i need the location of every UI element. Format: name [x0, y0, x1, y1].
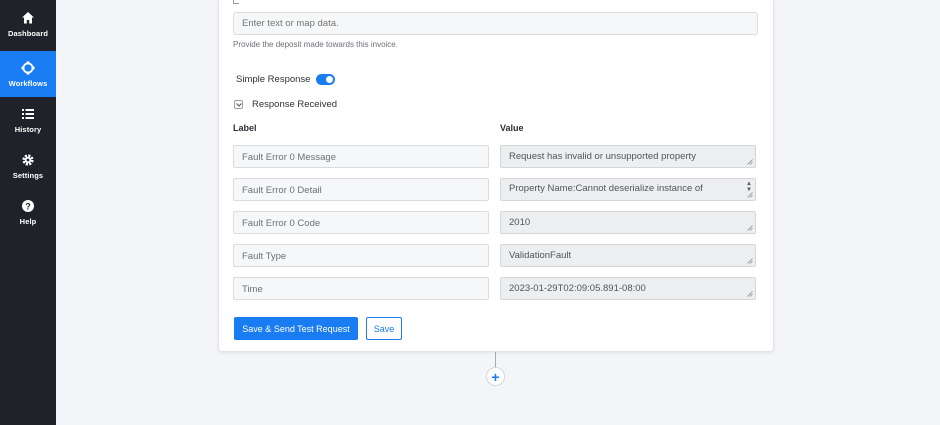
- sidebar-item-label: Help: [19, 216, 37, 226]
- row-value-text: 2023-01-29T02:09:05.891-08:00: [509, 283, 646, 294]
- row-label-field[interactable]: Fault Error 0 Code: [233, 211, 489, 234]
- field-label-fragment: [233, 0, 239, 4]
- deposit-helper-text: Provide the deposit made towards this in…: [233, 40, 398, 49]
- row-label-field[interactable]: Fault Type: [233, 244, 489, 267]
- row-value-text: Request has invalid or unsupported prope…: [509, 151, 696, 162]
- save-button[interactable]: Save: [366, 317, 402, 340]
- sidebar-item-settings[interactable]: Settings: [0, 143, 56, 189]
- sidebar-item-history[interactable]: History: [0, 97, 56, 143]
- workflows-icon: [21, 61, 35, 74]
- sidebar-item-help[interactable]: ? Help: [0, 189, 56, 235]
- resize-grip-icon[interactable]: [747, 225, 753, 231]
- row-value-field[interactable]: 2010: [500, 211, 756, 234]
- response-received-collapse-button[interactable]: [234, 100, 243, 109]
- gear-icon: [22, 153, 34, 166]
- row-value-text: 2010: [509, 217, 531, 228]
- label-column-header: Label: [233, 123, 257, 133]
- row-label-field[interactable]: Time: [233, 277, 489, 300]
- sidebar-item-dashboard[interactable]: Dashboard: [0, 1, 56, 47]
- row-value-text: Property Name:Cannot deserialize instanc…: [509, 183, 703, 194]
- sidebar-item-label: Settings: [12, 170, 44, 180]
- simple-response-toggle[interactable]: [316, 74, 335, 85]
- simple-response-label: Simple Response: [236, 74, 311, 85]
- help-icon: ?: [22, 199, 34, 212]
- sidebar: Dashboard Workflows History Settings ? H…: [0, 0, 56, 425]
- row-label-field[interactable]: Fault Error 0 Message: [233, 145, 489, 168]
- resize-grip-icon[interactable]: [747, 159, 753, 165]
- resize-grip-icon[interactable]: [747, 192, 753, 198]
- value-column-header: Value: [500, 123, 524, 133]
- resize-grip-icon[interactable]: [747, 291, 753, 297]
- deposit-input[interactable]: [233, 12, 758, 35]
- flow-connector-line: [495, 352, 496, 368]
- sidebar-item-label: History: [14, 124, 42, 134]
- toggle-knob: [326, 76, 333, 83]
- row-value-field[interactable]: Property Name:Cannot deserialize instanc…: [500, 178, 756, 201]
- row-value-text: ValidationFault: [509, 250, 572, 261]
- home-icon: [22, 11, 34, 23]
- add-step-button[interactable]: +: [486, 367, 505, 386]
- row-label-field[interactable]: Fault Error 0 Detail: [233, 178, 489, 201]
- row-value-field[interactable]: ValidationFault: [500, 244, 756, 267]
- sidebar-item-workflows[interactable]: Workflows: [0, 51, 56, 97]
- svg-text:?: ?: [25, 201, 31, 211]
- list-icon: [22, 108, 34, 119]
- sidebar-item-label: Workflows: [8, 78, 48, 88]
- chevron-down-icon: [235, 102, 242, 107]
- save-and-send-test-request-button[interactable]: Save & Send Test Request: [234, 317, 358, 340]
- sidebar-item-label: Dashboard: [7, 28, 49, 38]
- response-received-label: Response Received: [252, 99, 338, 110]
- resize-grip-icon[interactable]: [747, 258, 753, 264]
- row-value-field[interactable]: 2023-01-29T02:09:05.891-08:00: [500, 277, 756, 300]
- row-value-field[interactable]: Request has invalid or unsupported prope…: [500, 145, 756, 168]
